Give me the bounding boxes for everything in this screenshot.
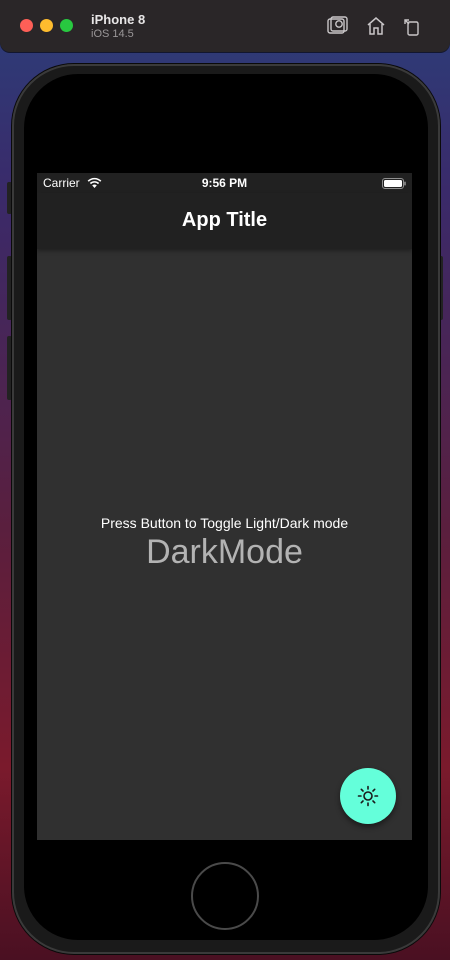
home-button[interactable] [191, 862, 259, 930]
screenshot-icon[interactable] [325, 14, 349, 38]
simulator-title-bar: iPhone 8 iOS 14.5 [0, 0, 450, 52]
zoom-window-button[interactable] [60, 19, 73, 32]
device-name: iPhone 8 [91, 12, 146, 27]
sun-icon [357, 785, 379, 807]
toggle-theme-button[interactable] [340, 768, 396, 824]
instruction-text: Press Button to Toggle Light/Dark mode [100, 515, 349, 531]
close-window-button[interactable] [20, 19, 33, 32]
os-version: iOS 14.5 [91, 28, 134, 40]
app-body: Press Button to Toggle Light/Dark mode D… [37, 249, 412, 840]
app-title: App Title [181, 209, 268, 231]
status-time: 9:56 PM [201, 176, 248, 190]
battery-icon [382, 178, 406, 189]
status-bar: Carrier 9:56 PM [37, 173, 412, 193]
mode-label: DarkMode [146, 533, 303, 571]
home-icon[interactable] [364, 14, 388, 38]
app-bar: App Title [37, 193, 412, 249]
rotate-icon[interactable] [400, 14, 424, 38]
minimize-window-button[interactable] [40, 19, 53, 32]
device-screen: Carrier 9:56 PM App Title Press Button t… [37, 173, 412, 840]
